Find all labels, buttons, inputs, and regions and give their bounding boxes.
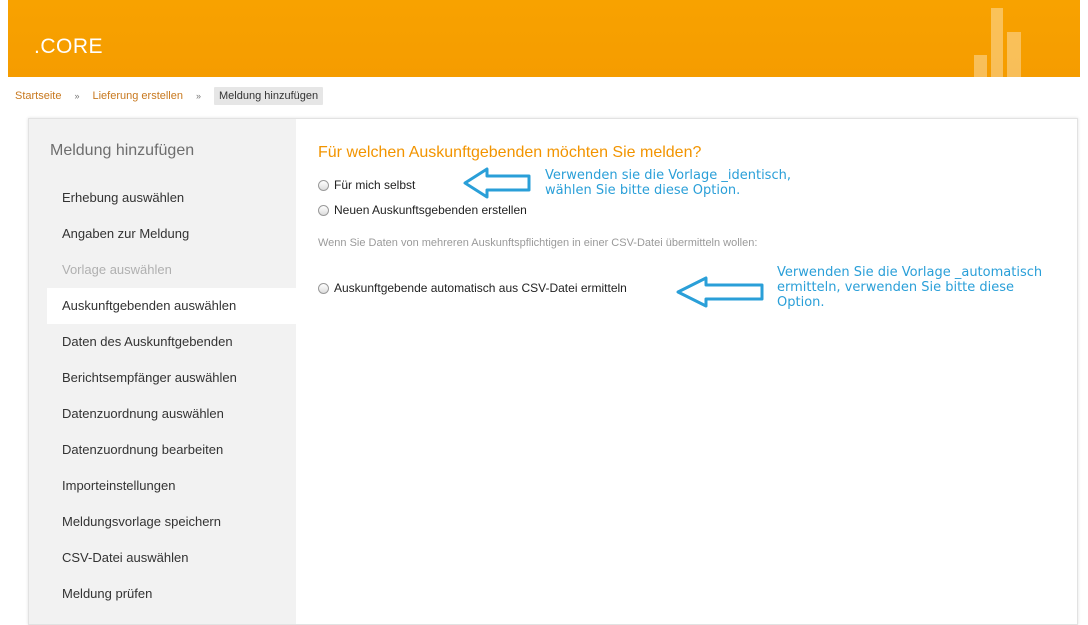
- sidebar-item-auskunftgebenden[interactable]: Auskunftgebenden auswählen: [47, 288, 296, 324]
- radio-button[interactable]: [318, 282, 329, 294]
- annotation-note-identisch: Verwenden sie die Vorlage _identisch, wä…: [545, 168, 791, 198]
- option-fuer-mich-selbst[interactable]: Für mich selbst: [318, 178, 415, 192]
- annotation-line: Verwenden sie die Vorlage _identisch,: [545, 168, 791, 183]
- breadcrumb-separator-icon: »: [74, 91, 80, 101]
- sidebar-title: Meldung hinzufügen: [50, 142, 195, 159]
- annotation-line: Option.: [777, 295, 825, 310]
- breadcrumb-link-startseite[interactable]: Startseite: [15, 90, 61, 102]
- sidebar-item-angaben[interactable]: Angaben zur Meldung: [29, 216, 296, 252]
- annotation-line: wählen Sie bitte diese Option.: [545, 183, 741, 198]
- annotation-line: ermitteln, verwenden Sie bitte diese: [777, 280, 1015, 295]
- sidebar-item-datenzuordnung-bearbeiten[interactable]: Datenzuordnung bearbeiten: [29, 432, 296, 468]
- app-logo[interactable]: .CORE: [34, 35, 103, 59]
- wizard-sidebar: Meldung hinzufügen Erhebung auswählen An…: [29, 119, 296, 624]
- arrow-left-icon: [463, 167, 531, 199]
- sidebar-item-berichtsempfaenger[interactable]: Berichtsempfänger auswählen: [29, 360, 296, 396]
- breadcrumb-link-lieferung[interactable]: Lieferung erstellen: [92, 90, 183, 102]
- breadcrumb-current: Meldung hinzufügen: [214, 87, 324, 105]
- sidebar-item-meldung-pruefen[interactable]: Meldung prüfen: [29, 576, 296, 612]
- option-label: Neuen Auskunftsgebenden erstellen: [334, 203, 527, 217]
- annotation-line: Verwenden Sie die Vorlage _automatisch: [777, 265, 1043, 280]
- sidebar-item-daten[interactable]: Daten des Auskunftgebenden: [29, 324, 296, 360]
- option-label: Auskunftgebende automatisch aus CSV-Date…: [334, 281, 627, 295]
- sidebar-item-datenzuordnung-auswaehlen[interactable]: Datenzuordnung auswählen: [29, 396, 296, 432]
- radio-button[interactable]: [318, 179, 329, 191]
- sidebar-item-vorlage: Vorlage auswählen: [62, 262, 172, 277]
- arrow-left-icon: [676, 276, 764, 308]
- app-header: .CORE: [8, 0, 1080, 77]
- sidebar-item-csv-datei[interactable]: CSV-Datei auswählen: [29, 540, 296, 576]
- sidebar-item-erhebung[interactable]: Erhebung auswählen: [29, 180, 296, 216]
- csv-hint-text: Wenn Sie Daten von mehreren Auskunftspfl…: [318, 237, 758, 249]
- radio-button[interactable]: [318, 204, 329, 216]
- logo-bars-graphic: [960, 0, 1080, 77]
- option-csv-automatisch[interactable]: Auskunftgebende automatisch aus CSV-Date…: [318, 281, 627, 295]
- breadcrumb: Startseite » Lieferung erstellen » Meldu…: [15, 86, 324, 106]
- sidebar-item-importeinstellungen[interactable]: Importeinstellungen: [29, 468, 296, 504]
- page-question: Für welchen Auskunftgebenden möchten Sie…: [318, 144, 702, 161]
- sidebar-step-list: Erhebung auswählen Angaben zur Meldung V…: [29, 180, 296, 612]
- option-neuen-auskunftsgebenden[interactable]: Neuen Auskunftsgebenden erstellen: [318, 203, 527, 217]
- annotation-note-automatisch: Verwenden Sie die Vorlage _automatisch e…: [777, 265, 1042, 310]
- breadcrumb-separator-icon: »: [196, 91, 202, 101]
- sidebar-item-meldungsvorlage[interactable]: Meldungsvorlage speichern: [29, 504, 296, 540]
- option-label: Für mich selbst: [334, 178, 416, 192]
